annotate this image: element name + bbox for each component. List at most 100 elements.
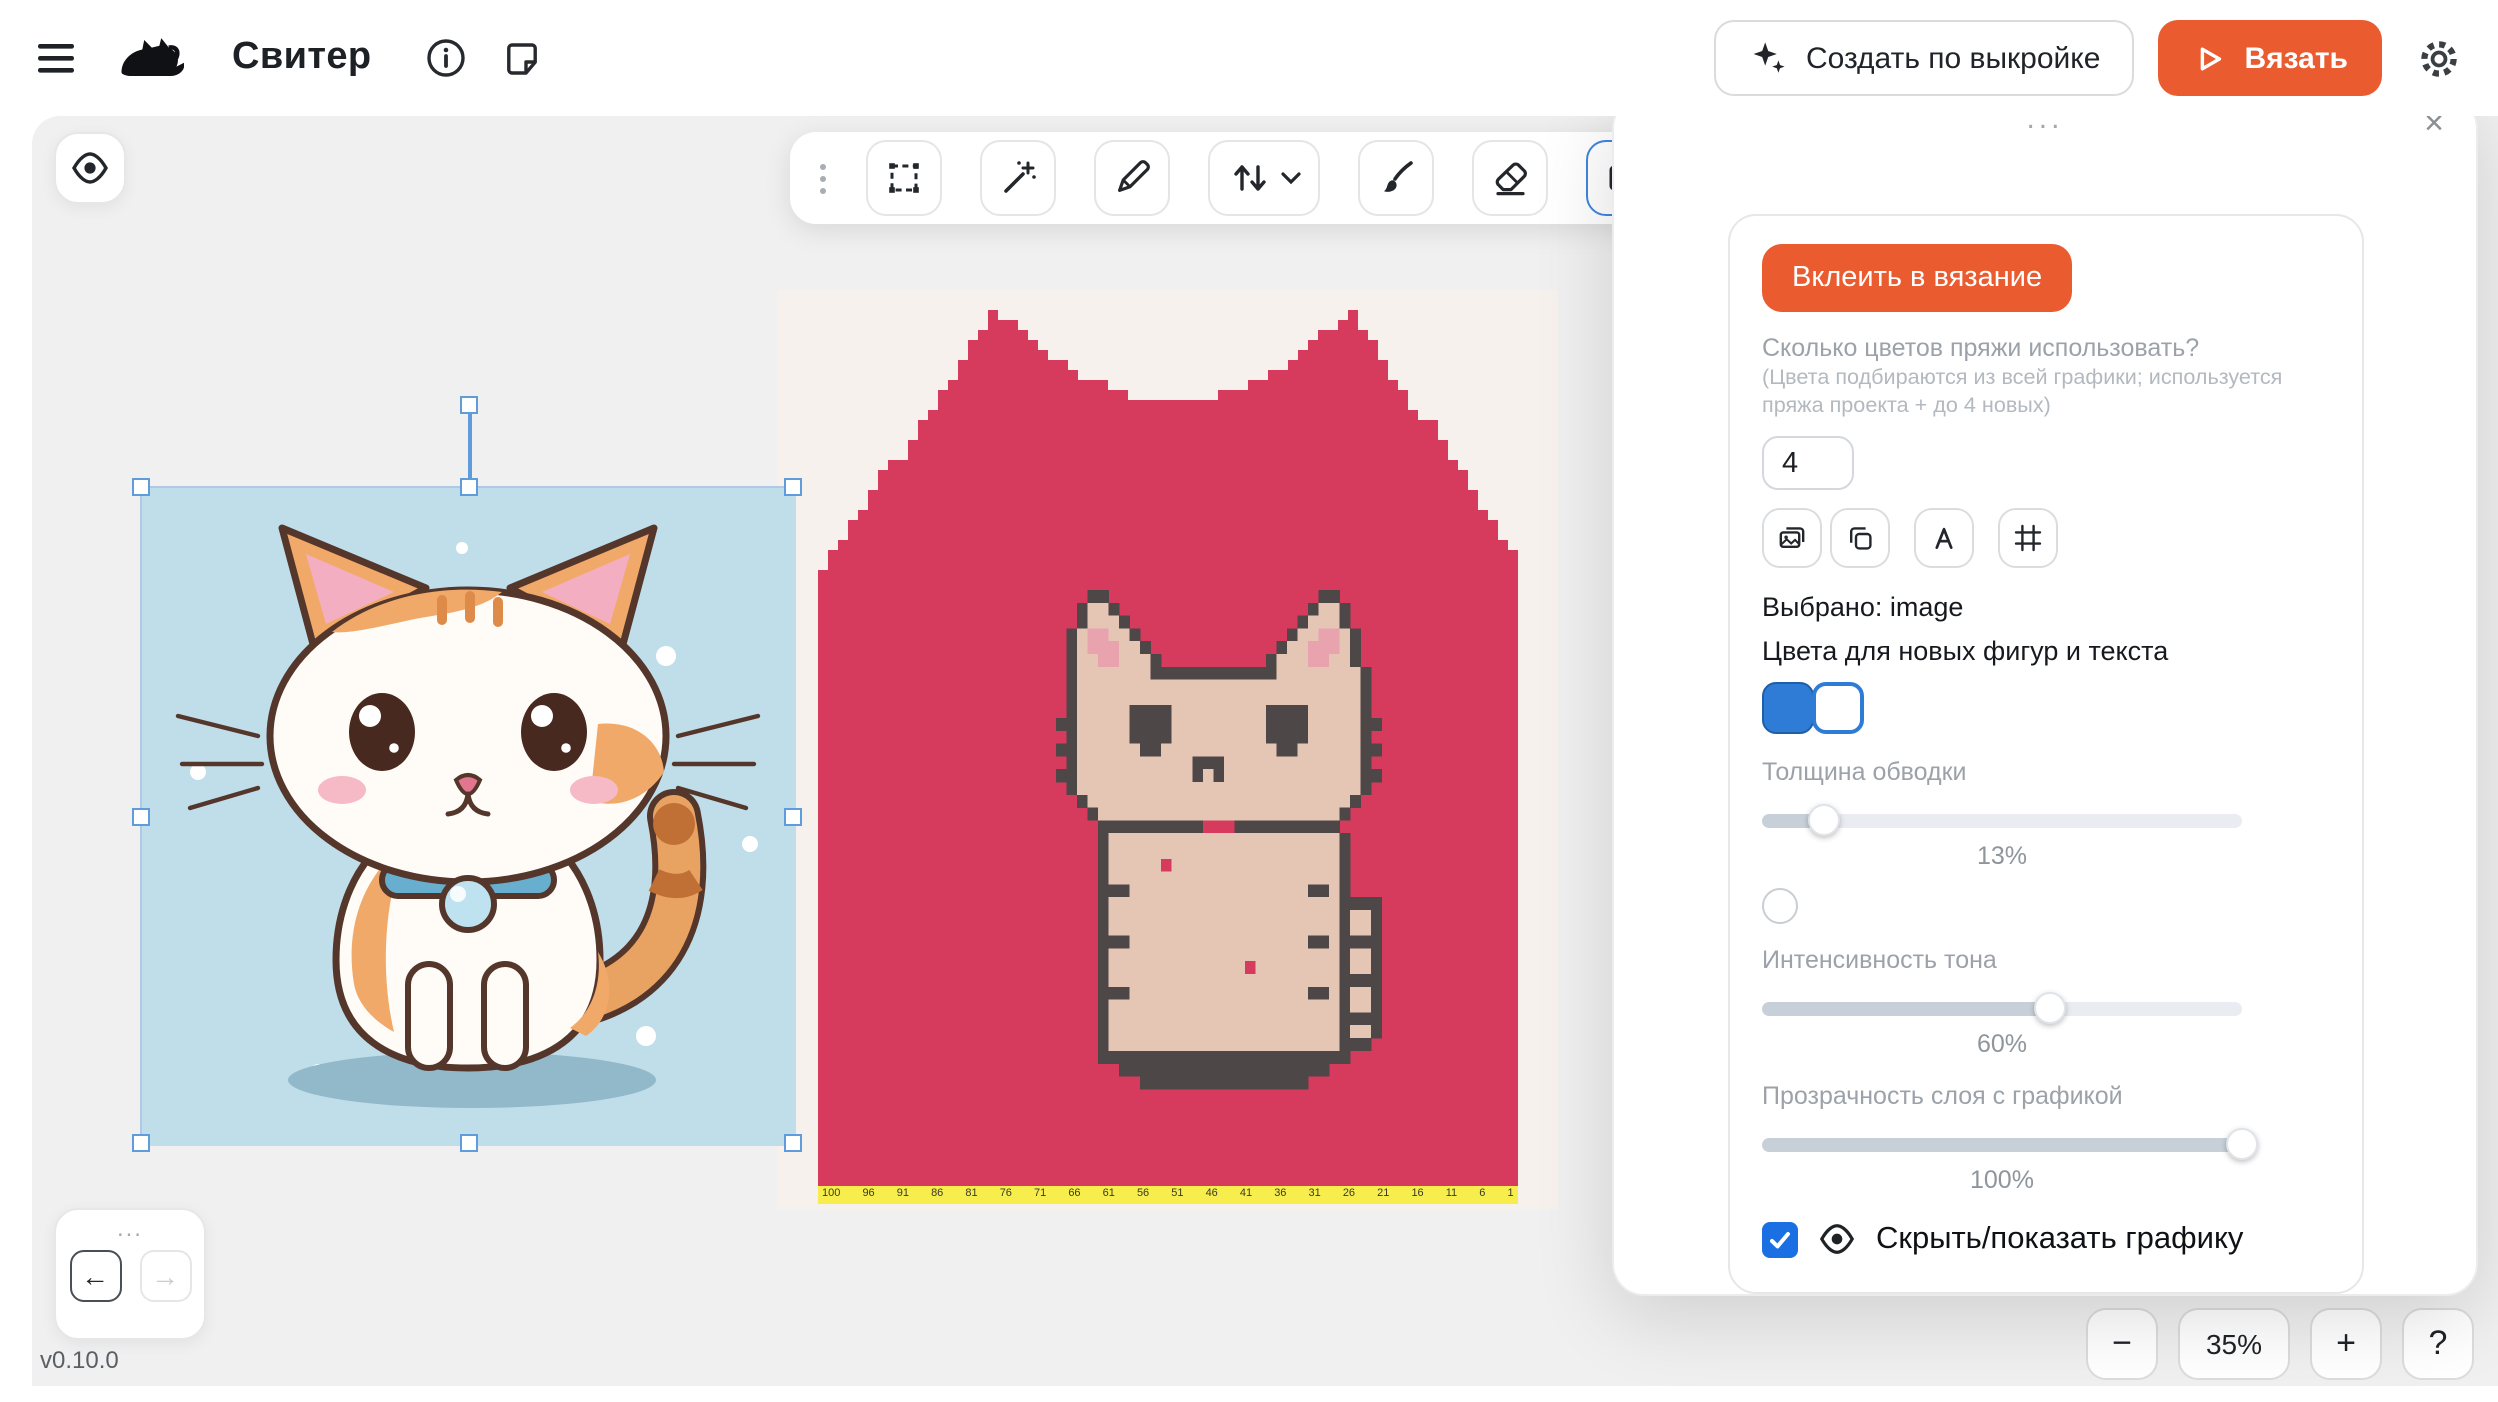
version-label: v0.10.0 bbox=[40, 1346, 119, 1374]
ruler-number: 86 bbox=[931, 1186, 943, 1204]
resize-handle-right[interactable] bbox=[784, 808, 802, 826]
text-icon bbox=[1928, 518, 1960, 558]
ruler-number: 41 bbox=[1240, 1186, 1252, 1204]
select-tool-button[interactable] bbox=[866, 140, 942, 216]
ruler-number: 100 bbox=[822, 1186, 840, 1204]
ruler-number: 76 bbox=[1000, 1186, 1012, 1204]
panel-content: Вклеить в вязание Сколько цветов пряжи и… bbox=[1728, 214, 2364, 1294]
stroke-width-label: Толщина обводки bbox=[1762, 758, 2330, 786]
pictures-icon bbox=[1776, 518, 1808, 558]
stroke-width-value: 13% bbox=[1762, 842, 2242, 870]
magic-wand-icon bbox=[998, 158, 1038, 198]
tone-slider[interactable] bbox=[1762, 992, 2242, 1024]
ruler-number: 56 bbox=[1137, 1186, 1149, 1204]
ruler-number: 91 bbox=[897, 1186, 909, 1204]
sticker-note-icon bbox=[500, 36, 544, 80]
color-swatches bbox=[1762, 682, 2330, 734]
tone-label: Интенсивность тона bbox=[1762, 946, 2330, 974]
zoom-controls: − 35% + ? bbox=[2086, 1308, 2474, 1380]
knit-button[interactable]: Вязать bbox=[2158, 20, 2382, 96]
ruler-number: 46 bbox=[1206, 1186, 1218, 1204]
copy-icon bbox=[1844, 518, 1876, 558]
yarn-colors-input[interactable] bbox=[1762, 436, 1854, 490]
resize-handle-bottom-left[interactable] bbox=[132, 1134, 150, 1152]
resize-handle-bottom-right[interactable] bbox=[784, 1134, 802, 1152]
undo-button[interactable]: ← bbox=[69, 1250, 121, 1302]
notes-button[interactable] bbox=[492, 28, 552, 88]
ruler-number: 61 bbox=[1103, 1186, 1115, 1204]
sparkles-icon bbox=[1748, 38, 1788, 78]
page-title: Свитер bbox=[232, 36, 372, 80]
opacity-label: Прозрачность слоя с графикой bbox=[1762, 1082, 2330, 1110]
ruler-number: 31 bbox=[1309, 1186, 1321, 1204]
tone-value: 60% bbox=[1762, 1030, 2242, 1058]
ruler-number: 96 bbox=[862, 1186, 874, 1204]
selected-image[interactable] bbox=[140, 486, 794, 1144]
eye-icon bbox=[70, 148, 110, 188]
check-icon bbox=[1768, 1227, 1792, 1251]
gear-icon bbox=[2416, 35, 2462, 81]
opacity-value: 100% bbox=[1762, 1166, 2242, 1194]
app-logo-cat-icon bbox=[112, 31, 184, 85]
sort-arrows-icon bbox=[1226, 158, 1274, 198]
zoom-out-button[interactable]: − bbox=[2086, 1308, 2158, 1380]
redo-button[interactable]: → bbox=[139, 1250, 191, 1302]
ruler-number: 51 bbox=[1171, 1186, 1183, 1204]
zoom-level[interactable]: 35% bbox=[2178, 1308, 2290, 1380]
text-tool-button[interactable] bbox=[1914, 508, 1974, 568]
history-panel: ... ← → bbox=[54, 1208, 206, 1340]
app: Свитер Создать по выкройке Вязать 100 96 9… bbox=[0, 0, 2498, 1402]
pen-icon bbox=[1112, 158, 1152, 198]
arrange-tool-button[interactable] bbox=[1208, 140, 1320, 216]
menu-button[interactable] bbox=[28, 34, 84, 82]
create-from-pattern-button[interactable]: Создать по выкройке bbox=[1714, 20, 2135, 96]
graphics-panel: ... × Вклеить в вязание Сколько цветов п… bbox=[1612, 96, 2478, 1296]
frame-tool-button[interactable] bbox=[1998, 508, 2058, 568]
resize-handle-top-left[interactable] bbox=[132, 478, 150, 496]
ruler-number: 26 bbox=[1343, 1186, 1355, 1204]
toolbar-drag-handle-icon[interactable] bbox=[818, 163, 828, 193]
resize-handle-top-right[interactable] bbox=[784, 478, 802, 496]
brush-tool-button[interactable] bbox=[1358, 140, 1434, 216]
yarn-colors-question: Сколько цветов пряжи использовать? bbox=[1762, 334, 2330, 362]
help-button[interactable]: ? bbox=[2402, 1308, 2474, 1380]
pen-tool-button[interactable] bbox=[1094, 140, 1170, 216]
hamburger-icon bbox=[36, 42, 76, 74]
rotate-handle[interactable] bbox=[460, 396, 478, 414]
color-ring-button[interactable] bbox=[1762, 888, 1798, 924]
insert-image-button[interactable] bbox=[1762, 508, 1822, 568]
resize-handle-bottom[interactable] bbox=[460, 1134, 478, 1152]
ruler-number: 6 bbox=[1479, 1186, 1485, 1204]
chevron-down-icon bbox=[1280, 170, 1302, 186]
toolbar bbox=[790, 132, 1690, 224]
visibility-button[interactable] bbox=[54, 132, 126, 204]
magic-wand-tool-button[interactable] bbox=[980, 140, 1056, 216]
hide-graphics-row: Скрыть/показать графику bbox=[1762, 1220, 2330, 1258]
knit-label: Вязать bbox=[2244, 41, 2348, 75]
paste-into-knitting-button[interactable]: Вклеить в вязание bbox=[1762, 244, 2072, 312]
eraser-tool-button[interactable] bbox=[1472, 140, 1548, 216]
settings-button[interactable] bbox=[2408, 27, 2470, 89]
rotation-line bbox=[468, 414, 471, 480]
zoom-in-button[interactable]: + bbox=[2310, 1308, 2382, 1380]
history-drag-dots[interactable]: ... bbox=[117, 1214, 143, 1242]
brush-icon bbox=[1376, 158, 1416, 198]
marquee-select-icon bbox=[884, 158, 924, 198]
knitting-pattern[interactable]: 1009691868176716661565146413631262116116… bbox=[778, 290, 1558, 1210]
ruler-number: 81 bbox=[965, 1186, 977, 1204]
ruler-number: 16 bbox=[1411, 1186, 1423, 1204]
ruler-number: 11 bbox=[1446, 1186, 1457, 1204]
duplicate-button[interactable] bbox=[1830, 508, 1890, 568]
opacity-slider[interactable] bbox=[1762, 1128, 2242, 1160]
graphic-tools-row bbox=[1762, 508, 2330, 568]
resize-handle-left[interactable] bbox=[132, 808, 150, 826]
fill-color-swatch[interactable] bbox=[1762, 682, 1814, 734]
selected-object-label: Выбрано: image bbox=[1762, 592, 2330, 622]
yarn-colors-hint: (Цвета подбираются из всей графики; испо… bbox=[1762, 366, 2330, 420]
stroke-width-slider[interactable] bbox=[1762, 804, 2242, 836]
cat-illustration bbox=[142, 488, 796, 1146]
resize-handle-top[interactable] bbox=[460, 478, 478, 496]
info-button[interactable] bbox=[416, 28, 476, 88]
stroke-color-swatch[interactable] bbox=[1812, 682, 1864, 734]
hide-graphics-checkbox[interactable] bbox=[1762, 1221, 1798, 1257]
